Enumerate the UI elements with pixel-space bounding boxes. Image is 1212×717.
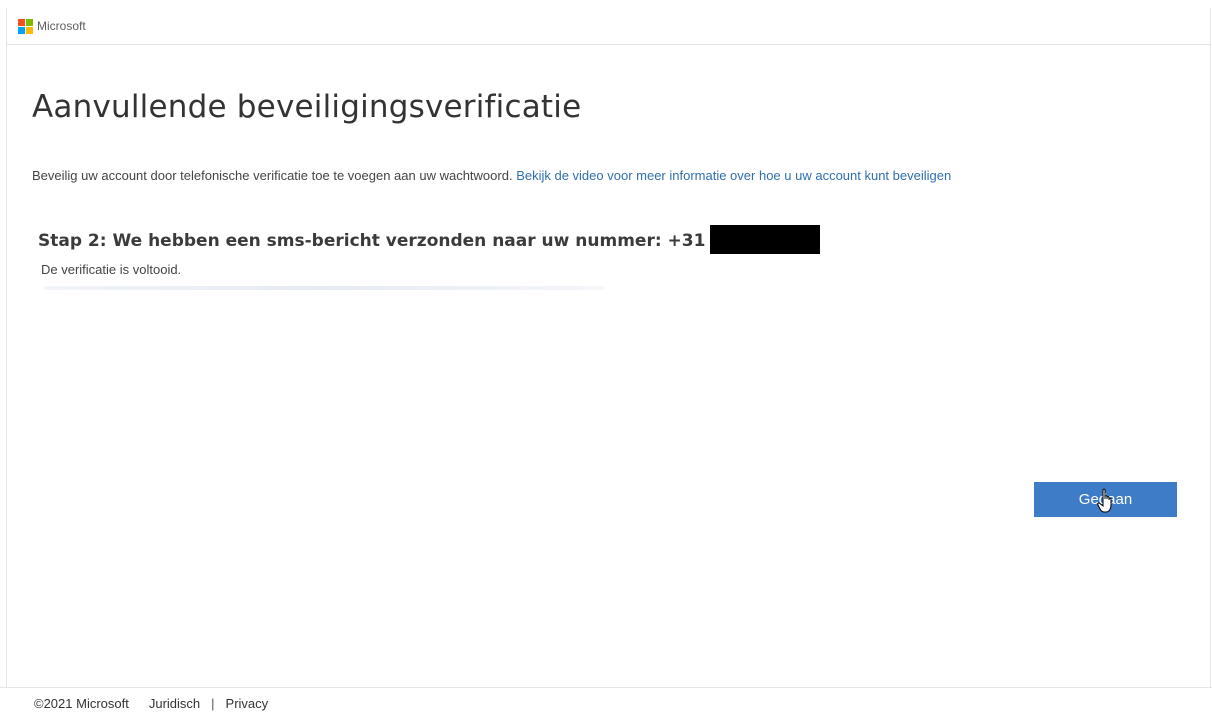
microsoft-logo: Microsoft xyxy=(18,18,86,34)
redacted-phone-number xyxy=(710,225,821,254)
hand-cursor-icon xyxy=(1097,488,1112,513)
legal-link[interactable]: Juridisch xyxy=(149,696,200,711)
footer: ©2021 Microsoft Juridisch | Privacy xyxy=(0,687,1212,717)
faded-divider xyxy=(44,286,604,290)
page: Microsoft Aanvullende beveiligingsverifi… xyxy=(0,0,1212,717)
brand-name: Microsoft xyxy=(37,19,86,33)
page-title: Aanvullende beveiligingsverificatie xyxy=(32,89,582,125)
step-heading-text: Stap 2: We hebben een sms-bericht verzon… xyxy=(38,230,706,251)
top-bar: Microsoft xyxy=(7,8,1210,45)
intro-paragraph: Beveilig uw account door telefonische ve… xyxy=(32,168,951,183)
privacy-link[interactable]: Privacy xyxy=(226,696,269,711)
microsoft-logo-icon xyxy=(18,18,33,34)
video-info-link[interactable]: Bekijk de video voor meer informatie ove… xyxy=(516,168,951,183)
intro-text: Beveilig uw account door telefonische ve… xyxy=(32,168,513,183)
step-heading: Stap 2: We hebben een sms-bericht verzon… xyxy=(38,225,821,255)
copyright-text: ©2021 Microsoft xyxy=(34,695,129,711)
verification-status: De verificatie is voltooid. xyxy=(41,262,182,277)
footer-separator: | xyxy=(211,695,215,711)
